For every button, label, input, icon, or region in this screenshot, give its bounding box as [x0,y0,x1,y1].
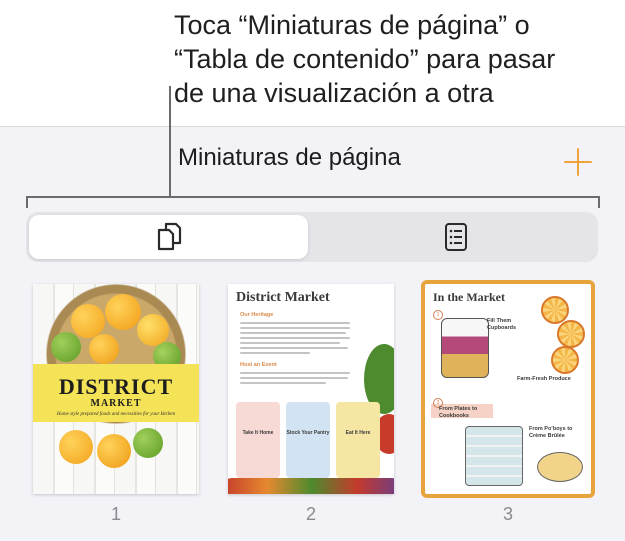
panel-title: Miniaturas de página [178,144,401,171]
section-heading: Our Heritage [240,312,274,318]
callout-text: Toca “Miniaturas de página” o “Tabla de … [174,8,614,110]
fruit [89,334,119,364]
lemon-slice-illustration [557,320,585,348]
info-card: Eat It Here [336,402,380,478]
text-line [240,327,350,329]
item-heading: Farm-Fresh Produce [517,376,571,382]
cover-title: DISTRICT [58,374,174,399]
plus-icon[interactable] [562,146,594,178]
page-number-3: 3 [502,504,513,524]
fruit [59,430,93,464]
fruit [97,434,131,468]
card-title: Take It Home [242,430,274,436]
fruit [133,428,163,458]
text-line [240,372,350,374]
text-line [240,377,348,379]
bowls-illustration [465,426,523,486]
jar-illustration [441,318,489,378]
page-number-2: 2 [305,504,316,524]
text-line [240,382,326,384]
card-title: Stock Your Pantry [286,430,330,436]
text-line [240,352,310,354]
item-number: 1 [433,310,443,320]
callout-leader-line [169,86,171,198]
text-line [240,332,346,334]
section-heading: Host an Event [240,362,277,368]
page-thumbnail-3[interactable]: In the Market 1 Fill Them Cupboards Farm… [421,280,595,498]
callout-bracket [26,196,600,198]
fruit [51,332,81,362]
creme-brulee-illustration [537,452,583,482]
page-thumbnails-tab[interactable] [29,215,308,259]
page-title: District Market [236,290,330,305]
item-heading: From Plates to Cookbooks [439,406,478,419]
fruit [71,304,105,338]
page-number-1: 1 [110,504,121,524]
table-of-contents-tab[interactable] [316,215,595,259]
callout-line-2: “Tabla de contenido” para pasar [174,44,556,74]
page-thumbnail-2[interactable]: District Market Our Heritage Host an Eve… [228,284,394,494]
view-segmented-control [26,212,598,262]
fruit [105,294,141,330]
callout-bracket-right [598,196,600,208]
page-thumbnail-1[interactable]: DISTRICT MARKET Home style prepared food… [33,284,199,494]
page-title: In the Market [433,290,505,304]
cover-tagline: Home style prepared foods and necessitie… [56,412,176,417]
item-heading: From Po’boys to Crème Brûlée [529,426,573,439]
vegetable-image [228,478,394,494]
info-card: Stock Your Pantry [286,402,330,478]
table-of-contents-icon [444,223,467,251]
lemon-slice-illustration [551,346,579,374]
cover-subtitle: MARKET [90,398,142,409]
lemon-slice-illustration [541,296,569,324]
callout-bracket-left [26,196,28,208]
info-card: Take It Home [236,402,280,478]
item-heading: Fill Them Cupboards [487,318,517,331]
card-title: Eat It Here [345,430,371,436]
text-line [240,347,348,349]
text-line [240,322,350,324]
page-thumbnails-icon [157,222,181,251]
callout-line-1: Toca “Miniaturas de página” o [174,10,530,40]
text-line [240,337,350,339]
callout-line-3: de una visualización a otra [174,78,494,108]
text-line [240,342,340,344]
